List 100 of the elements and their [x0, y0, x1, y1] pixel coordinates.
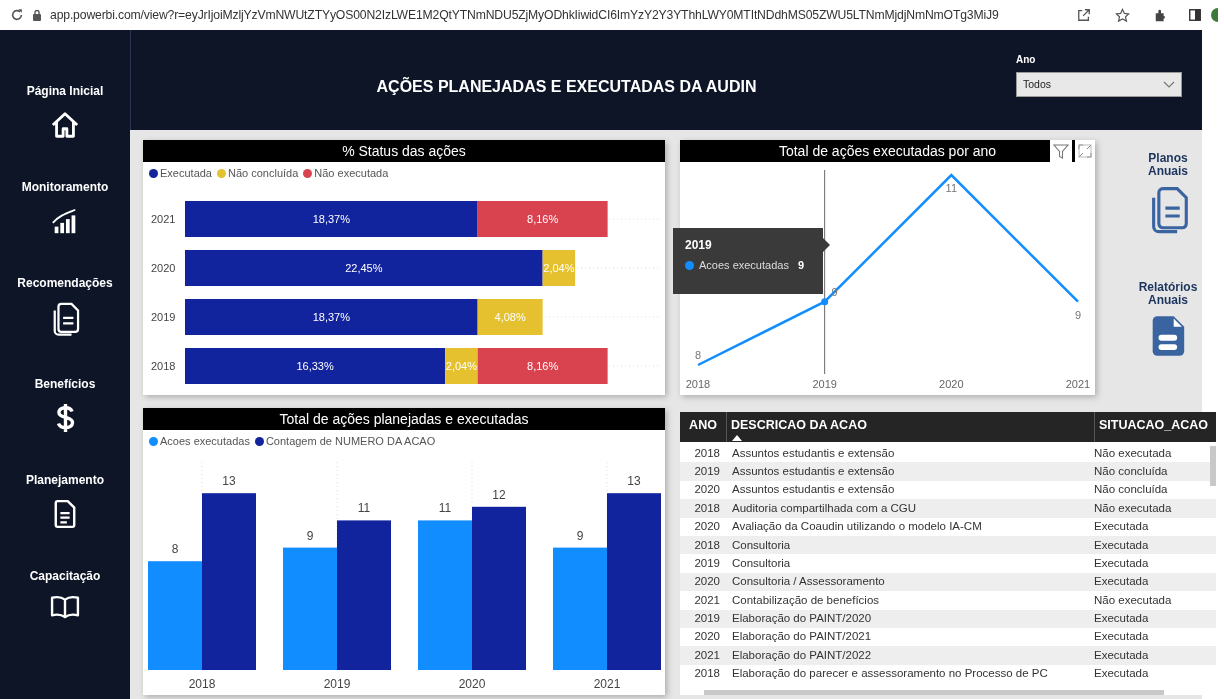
link-label[interactable]: Relatórios Anuais: [1128, 280, 1208, 308]
legend-dot: [217, 168, 226, 178]
table-cell-text: 2021: [693, 647, 721, 663]
extension-icon[interactable]: [1154, 8, 1168, 22]
chart-title: Total de ações executadas por ano: [778, 141, 997, 161]
table-cell-text: Consultoria: [731, 537, 792, 553]
category-label: 2021: [151, 213, 176, 225]
table-cell-text: Não executada: [1094, 592, 1173, 608]
book-icon[interactable]: [50, 594, 80, 619]
table-cell-text: Auditoria compartilhada com a CGU: [731, 500, 918, 516]
table-cell-text: Executada: [1094, 537, 1150, 553]
chevron-down-icon[interactable]: [1163, 80, 1175, 89]
table-cell-text: Assuntos estudantis e extensão: [731, 482, 896, 498]
sort-arrow-icon[interactable]: [732, 435, 742, 441]
url-text[interactable]: app.powerbi.com/view?r=eyJrIjoiMzljYzVmNWUtZTYyOS00N2IzLWE1M2QtYTNmNDU5ZjMyODhkIiwidCI6ImYzY2Y3YThhLWY0MTItNDdhMS05ZWU5LTNmMjdjNmNmOTg3MiJ9: [50, 5, 999, 25]
table-cell-text: Elaboração do PAINT/2020: [731, 611, 873, 627]
legend-dot: [685, 261, 694, 271]
dollar-icon[interactable]: [54, 402, 76, 433]
table-cell-text: Contabilização de benefícios: [731, 592, 881, 608]
scrollbar-thumb[interactable]: [704, 690, 1164, 695]
document-icon[interactable]: [53, 498, 77, 529]
data-label: 11: [945, 182, 958, 195]
table-cell-text: Executada: [1094, 555, 1150, 571]
sidebar-label[interactable]: Capacitação: [29, 566, 101, 585]
column-header[interactable]: ANO: [680, 412, 726, 442]
table-cell-text: 2019: [693, 611, 721, 627]
data-label: 16,33%: [296, 360, 334, 372]
category-label: 2019: [151, 311, 176, 323]
sidebar-icon[interactable]: [1188, 8, 1202, 22]
data-label: 8: [171, 542, 179, 557]
table-cell-text: 2020: [693, 629, 721, 645]
data-label: 12: [492, 487, 506, 502]
data-label: 2,04%: [543, 262, 575, 274]
home-icon[interactable]: [50, 110, 80, 140]
table-cell-text: Executada: [1094, 611, 1150, 627]
table-cell-text: Executada: [1094, 647, 1150, 663]
scrollbar-thumb[interactable]: [1210, 446, 1216, 486]
sidebar-label[interactable]: Monitoramento: [21, 178, 109, 196]
table-cell-text: Executada: [1094, 666, 1150, 682]
table-cell-text: 2019: [693, 555, 721, 571]
lock-icon[interactable]: [32, 9, 42, 21]
category-label: 2018: [151, 360, 176, 372]
table-cell-text: Assuntos estudantis e extensão: [731, 445, 896, 461]
page-title: AÇÕES PLANEJADAS E EXECUTADAS DA AUDIN: [376, 76, 757, 97]
axis-label: 2019: [323, 677, 351, 691]
sidebar-label[interactable]: Página Inicial: [26, 82, 104, 100]
table-cell-text: 2020: [693, 519, 721, 535]
data-label: 11: [438, 501, 452, 516]
data-label: 11: [357, 501, 371, 516]
slicer-label: Ano: [1016, 53, 1036, 67]
table-cell-text: Assuntos estudantis e extensão: [731, 463, 896, 479]
sidebar-label[interactable]: Planejamento: [26, 470, 104, 489]
legend-label: Executada: [160, 165, 212, 181]
data-point: [821, 298, 829, 306]
data-label: 4,08%: [494, 311, 526, 323]
data-label: 8,16%: [527, 213, 559, 225]
link-label[interactable]: Planos Anuais: [1128, 152, 1208, 179]
year-dropdown[interactable]: Todos: [1016, 72, 1182, 97]
axis-label: 2020: [939, 378, 964, 390]
table-cell-text: Não concluída: [1094, 482, 1169, 498]
reload-icon[interactable]: [10, 8, 24, 22]
legend-dot: [149, 168, 158, 178]
column-header[interactable]: SITUACAO_ACAO: [1094, 412, 1216, 442]
sidebar-label[interactable]: Benefícios: [34, 374, 96, 393]
star-icon[interactable]: [1115, 7, 1130, 23]
table-cell-text: Elaboração do PAINT/2022: [731, 647, 873, 663]
table-cell-text: Avaliação da Coaudin utilizando o modelo IA-CM: [731, 519, 983, 535]
legend-dot: [149, 436, 158, 446]
axis-label: 2021: [1065, 378, 1091, 390]
tooltip-label: Acoes executadas: [699, 258, 789, 274]
share-icon[interactable]: [1077, 8, 1091, 22]
axis-label: 2018: [685, 378, 711, 390]
table-cell-text: 2018: [693, 500, 721, 516]
legend-label: Contagem de NUMERO DA ACAO: [265, 433, 436, 449]
legend-label: Acoes executadas: [160, 433, 250, 449]
table-cell-text: 2018: [693, 445, 721, 461]
axis-label: 2018: [188, 677, 216, 691]
sidebar-label[interactable]: Recomendações: [17, 274, 113, 292]
filter-icon[interactable]: [1050, 140, 1072, 162]
data-label: 13: [222, 474, 236, 489]
data-label: 18,37%: [312, 311, 350, 323]
data-label: 22,45%: [345, 262, 383, 274]
table-cell-text: Não executada: [1094, 445, 1173, 461]
table-cell-text: 2019: [693, 463, 721, 479]
table-cell-text: 2018: [693, 537, 721, 553]
table-cell-text: Não executada: [1094, 500, 1173, 516]
axis-label: 2020: [458, 677, 486, 691]
tooltip-value: 9: [797, 258, 804, 274]
table-cell-text: Elaboração do PAINT/2021: [731, 629, 873, 645]
data-label: 9: [306, 528, 314, 543]
data-label: 9: [831, 285, 838, 298]
table-cell-text: 2020: [693, 574, 721, 590]
data-label: 2,04%: [445, 360, 477, 372]
column-header[interactable]: DESCRICAO DA ACAO: [726, 412, 1094, 442]
profile-icon[interactable]: [1210, 7, 1218, 23]
axis-label: 2021: [593, 677, 621, 691]
table-cell-text: 2018: [693, 666, 721, 682]
table-cell-text: Consultoria / Assessoramento: [731, 574, 886, 590]
legend-dot: [303, 168, 313, 178]
table-cell-text: Executada: [1094, 519, 1150, 535]
